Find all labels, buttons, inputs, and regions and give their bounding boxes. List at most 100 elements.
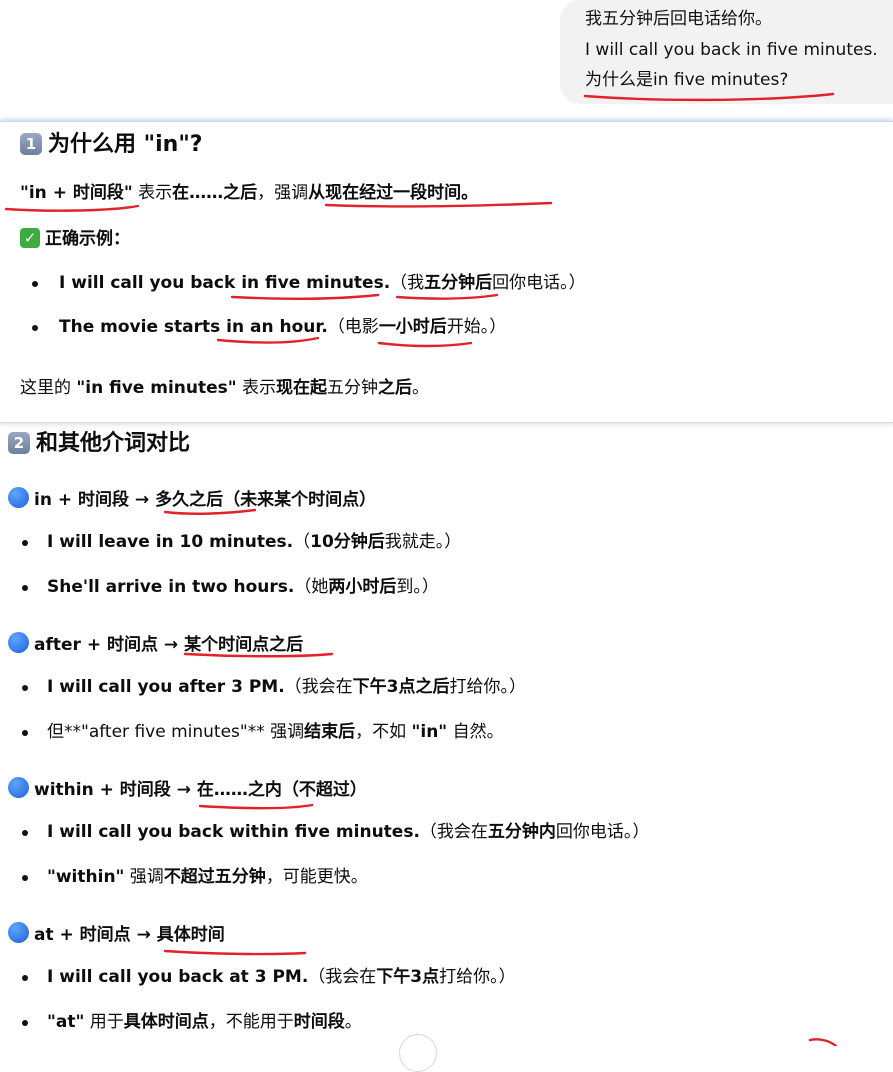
ink-underline xyxy=(198,803,314,810)
example-translation: （我 xyxy=(390,273,425,293)
note-emphasis: 具体时间点 xyxy=(123,1012,209,1032)
user-message-bubble: 我五分钟后回电话给你。 I will call you back in five… xyxy=(560,0,893,104)
example-english: I will call you back at 3 PM. xyxy=(47,967,309,987)
note-emphasis: 时间段 xyxy=(293,1012,345,1032)
example-emphasis: 下午3点 xyxy=(376,967,440,987)
bullet-icon xyxy=(32,281,38,287)
example-english: I will leave in 10 minutes. xyxy=(47,532,294,552)
example-translation: 我就走。） xyxy=(384,532,462,552)
bullet-icon xyxy=(22,875,28,881)
example-translation: 打给你。） xyxy=(449,677,527,697)
group-in-heading: in + 时间段 → 多久之后（未来某个时间点） xyxy=(8,487,376,511)
user-message-line-3: 为什么是in five minutes? xyxy=(585,70,789,90)
ink-underline xyxy=(163,949,307,956)
section-1-title: 为什么用 "in"? xyxy=(48,132,203,157)
example-translation: （电影 xyxy=(327,317,379,337)
keycap-number-icon: 1 xyxy=(20,133,42,155)
section-1-heading: 1 为什么用 "in"? xyxy=(20,131,203,159)
blue-circle-icon xyxy=(8,632,29,653)
example-item: "within" 强调不超过五分钟，可能更快。 xyxy=(47,866,368,888)
example-translation: （我会在 xyxy=(419,822,488,842)
group-heading-text: at + 时间点 → 具体时间 xyxy=(34,925,225,945)
example-english: She'll arrive in two hours. xyxy=(47,577,295,597)
example-item: "at" 用于具体时间点，不能用于时间段。 xyxy=(47,1011,362,1033)
example-item: I will call you back at 3 PM.（我会在下午3点打给你… xyxy=(47,966,516,988)
note-emphasis: 现在起 xyxy=(276,378,328,398)
scroll-down-button[interactable] xyxy=(399,1034,437,1072)
example-english: I will call you back in five minutes. xyxy=(59,273,391,293)
example-english: The movie starts in an hour. xyxy=(59,317,328,337)
bullet-icon xyxy=(32,325,38,331)
note-text: 但**"after five minutes"** 强调 xyxy=(47,722,305,742)
intro-text: 表示 xyxy=(132,183,173,203)
example-item: I will call you after 3 PM.（我会在下午3点之后打给你… xyxy=(47,676,526,698)
intro-emphasis: 从现在经过一段时间。 xyxy=(308,183,479,203)
group-heading-note: （未来某个时间点） xyxy=(223,490,377,510)
group-heading-text: after + 时间点 → 某个时间点之后 xyxy=(34,635,304,655)
note-text: ，可能更快。 xyxy=(265,867,368,887)
blue-circle-icon xyxy=(8,487,29,508)
bullet-icon xyxy=(22,685,28,691)
group-heading-text: in + 时间段 → 多久之后 xyxy=(34,490,224,510)
note-emphasis: 不超过五分钟 xyxy=(163,867,266,887)
user-message-line-1: 我五分钟后回电话给你。 xyxy=(585,9,772,29)
intro-meaning: 在……之后 xyxy=(172,183,258,203)
keycap-number-icon: 2 xyxy=(8,432,30,454)
group-at-heading: at + 时间点 → 具体时间 xyxy=(8,922,225,946)
note-text: 。 xyxy=(344,1012,362,1032)
intro-text: ，强调 xyxy=(257,183,309,203)
note-text: ，不能用于 xyxy=(208,1012,294,1032)
example-item: I will call you back in five minutes.（我五… xyxy=(59,272,586,294)
example-translation: 回你电话。） xyxy=(492,273,586,293)
bullet-icon xyxy=(22,540,28,546)
group-heading-note: （不超过） xyxy=(281,780,367,800)
example-emphasis: 五分钟后 xyxy=(424,273,493,293)
section-1-note: 这里的 "in five minutes" 表示现在起五分钟之后。 xyxy=(20,377,429,399)
blue-circle-icon xyxy=(8,777,29,798)
note-text: 自然。 xyxy=(447,722,504,742)
example-emphasis: 10分钟后 xyxy=(310,532,385,552)
note-text: 。 xyxy=(412,378,430,398)
note-text: 五分钟 xyxy=(327,378,379,398)
group-after-heading: after + 时间点 → 某个时间点之后 xyxy=(8,632,303,656)
correct-examples-label: ✓ 正确示例： xyxy=(20,228,130,250)
example-translation: （ xyxy=(293,532,311,552)
example-translation: （我会在 xyxy=(308,967,377,987)
note-phrase: "in five minutes" xyxy=(76,378,237,398)
bullet-icon xyxy=(22,730,28,736)
note-text: 用于 xyxy=(84,1012,124,1032)
section-1-intro: "in + 时间段" 表示在……之后，强调从现在经过一段时间。 xyxy=(20,182,478,204)
group-within-heading: within + 时间段 → 在……之内（不超过） xyxy=(8,777,367,801)
ink-underline xyxy=(808,1038,838,1046)
example-english: I will call you back within five minutes… xyxy=(47,822,420,842)
correct-examples-text: 正确示例： xyxy=(45,229,130,249)
section-2-title: 和其他介词对比 xyxy=(36,431,191,456)
bullet-icon xyxy=(22,975,28,981)
group-heading-text: within + 时间段 → 在……之内 xyxy=(34,780,282,800)
example-english: I will call you after 3 PM. xyxy=(47,677,285,697)
section-2-heading: 2 和其他介词对比 xyxy=(8,430,190,458)
note-text: 这里的 xyxy=(20,378,77,398)
note-text: ，不如 xyxy=(355,722,412,742)
example-translation: （她 xyxy=(294,577,329,597)
example-emphasis: 五分钟内 xyxy=(487,822,556,842)
bullet-icon xyxy=(22,1020,28,1026)
example-item: The movie starts in an hour.（电影一小时后开始。） xyxy=(59,316,506,338)
user-message-line-2: I will call you back in five minutes. xyxy=(585,40,878,60)
intro-key-term: "in + 时间段" xyxy=(20,183,133,203)
example-translation: 打给你。） xyxy=(439,967,516,987)
note-text: 表示 xyxy=(236,378,277,398)
example-emphasis: 两小时后 xyxy=(328,577,397,597)
check-mark-button-icon: ✓ xyxy=(20,228,40,248)
bullet-icon xyxy=(22,585,28,591)
note-text: 强调 xyxy=(124,867,164,887)
note-emphasis: "in" xyxy=(411,722,448,742)
note-phrase: "within" xyxy=(47,867,125,887)
example-item: 但**"after five minutes"** 强调结束后，不如 "in" … xyxy=(47,721,504,743)
example-translation: （我会在 xyxy=(284,677,353,697)
bullet-icon xyxy=(22,830,28,836)
example-item: I will leave in 10 minutes.（10分钟后我就走。） xyxy=(47,531,461,553)
blue-circle-icon xyxy=(8,922,29,943)
example-translation: 到。） xyxy=(396,577,439,597)
example-item: I will call you back within five minutes… xyxy=(47,821,649,843)
